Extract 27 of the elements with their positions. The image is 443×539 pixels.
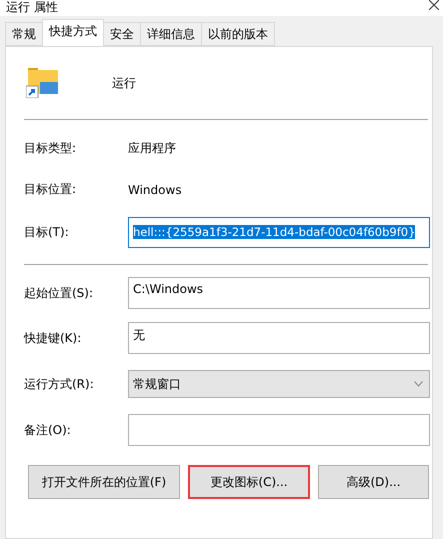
run-mode-dropdown[interactable]: 常规窗口: [128, 370, 430, 398]
field-label: 快捷键(K):: [24, 330, 82, 346]
input-field[interactable]: C:\Windows: [128, 277, 430, 309]
tab[interactable]: 安全: [103, 22, 141, 46]
field-value: 应用程序: [128, 140, 176, 157]
input-field[interactable]: [128, 414, 430, 446]
field-label: 目标位置:: [24, 181, 78, 198]
shortcut-name: 运行: [112, 74, 136, 92]
field-label: 起始位置(S):: [24, 284, 94, 302]
tab[interactable]: 详细信息: [140, 22, 202, 46]
field-label: 目标(T):: [24, 224, 70, 240]
close-icon[interactable]: [429, 0, 439, 10]
input-field[interactable]: 无: [128, 322, 430, 354]
action-button[interactable]: 更改图标(C)...: [188, 465, 310, 499]
target-field[interactable]: hell:::{2559a1f3-21d7-11d4-bdaf-00c04f60b9f0}: [128, 216, 430, 248]
window-title: 运行 属性: [6, 0, 58, 14]
action-button[interactable]: 打开文件所在的位置(F): [28, 465, 180, 499]
field-label: 目标类型:: [24, 140, 78, 157]
shortcut-folder-icon: [26, 68, 60, 98]
tab[interactable]: 常规: [5, 22, 43, 46]
field-label: 备注(O):: [24, 422, 72, 438]
chevron-down-icon: [414, 381, 423, 387]
tab[interactable]: 以前的版本: [201, 22, 275, 46]
field-label: 运行方式(R):: [24, 376, 95, 392]
action-button[interactable]: 高级(D)...: [318, 465, 429, 499]
field-value: Windows: [128, 182, 182, 196]
tab[interactable]: 快捷方式: [42, 19, 104, 46]
